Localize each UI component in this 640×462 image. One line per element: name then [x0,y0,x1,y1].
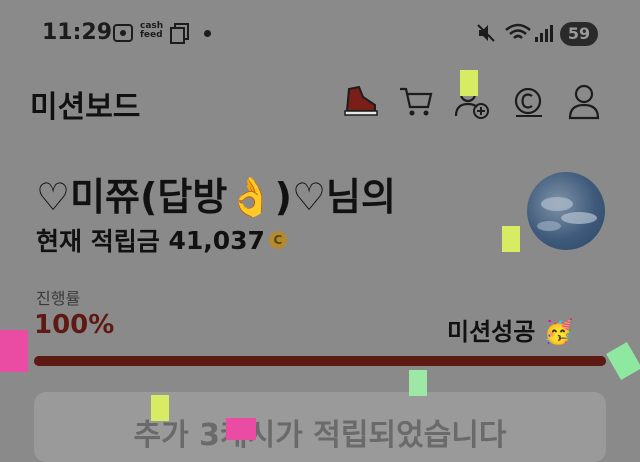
copy-icon [170,23,189,44]
confetti-piece [606,342,640,380]
battery-indicator: 59 [560,22,598,46]
profile-icon[interactable] [564,82,604,122]
progress-bar-fill [34,356,606,366]
confetti-piece [151,395,169,421]
current-balance: 현재 적립금 41,037 C [36,222,287,258]
confetti-piece [460,70,478,96]
cart-icon[interactable] [396,82,436,122]
signal-icon [535,25,553,42]
screenshot-icon [113,24,133,42]
confetti-piece [409,370,427,396]
notification-dot [204,30,211,37]
coin-icon[interactable] [508,82,548,122]
confetti-piece [502,226,520,252]
progress-label: 진행률 [36,289,81,308]
progress-bar [34,356,606,366]
mission-status: 미션성공 🥳 [447,318,574,346]
sneaker-icon[interactable] [340,82,380,122]
avatar[interactable] [527,172,605,250]
user-name: ♡미쮸(답방👌)♡님의 [36,175,396,219]
balance-label: 현재 적립금 [36,227,160,256]
coin-badge-icon: C [268,231,287,249]
balance-value: 41,037 [168,225,265,255]
page-title: 미션보드 [30,90,141,125]
progress-value: 100% [34,310,115,340]
status-time: 11:29 [42,20,113,45]
confetti-piece [0,330,28,372]
wifi-icon [505,23,531,39]
status-bar: 11:29 cash feed 59 [0,0,640,70]
reward-notice-text: 추가 3캐시가 적립되었습니다 [133,418,507,453]
sky-photo [537,197,605,250]
cashfeed-icon: cash feed [140,21,164,40]
top-bar: 미션보드 [0,72,640,132]
confetti-piece [226,418,256,440]
mute-icon [477,24,495,42]
reward-notice: 추가 3캐시가 적립되었습니다 [34,392,606,462]
